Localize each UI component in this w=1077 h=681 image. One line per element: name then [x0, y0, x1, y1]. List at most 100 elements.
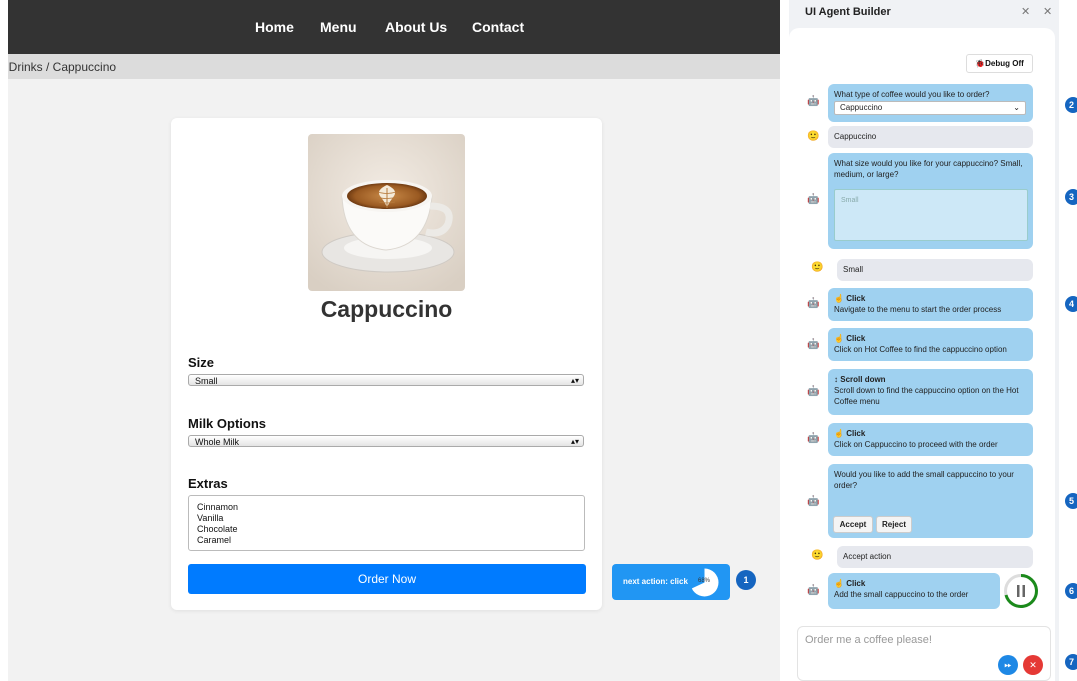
action-head: Scroll down — [840, 375, 886, 384]
next-action-indicator: next action: click 68% — [612, 564, 730, 600]
extras-listbox[interactable]: Cinnamon Vanilla Chocolate Caramel — [188, 495, 585, 551]
click-hand-icon: ☝ — [834, 334, 844, 343]
pause-icon — [1017, 585, 1020, 597]
bot-avatar-icon: 🤖 — [807, 194, 820, 205]
pin-icon[interactable]: ✕︎ — [1021, 5, 1030, 18]
fast-forward-icon: ⏩︎ — [1004, 660, 1012, 670]
coffee-site: Home Menu About Us Contact t Drinks / Ca… — [8, 0, 780, 681]
bot-message-coffee-type: What type of coffee would you like to or… — [828, 84, 1033, 122]
extras-option-caramel[interactable]: Caramel — [197, 535, 576, 546]
stop-button[interactable]: ✕ — [1023, 655, 1043, 675]
nav-contact[interactable]: Contact — [472, 19, 524, 35]
bot-avatar-icon: 🤖 — [807, 298, 820, 309]
bot-avatar-icon: 🤖 — [807, 339, 820, 350]
milk-select[interactable]: Whole Milk ▴▾ — [188, 435, 584, 447]
chevron-down-icon: ⌄ — [1013, 103, 1020, 112]
scroll-icon: ↕ — [834, 375, 838, 384]
click-hand-icon: ☝ — [834, 579, 844, 588]
milk-select-value: Whole Milk — [195, 437, 240, 447]
step-badge-2: 2 — [1065, 97, 1077, 113]
extras-label: Extras — [188, 476, 228, 491]
cappuccino-image — [308, 134, 465, 291]
user-avatar-icon: 🙂 — [807, 131, 820, 142]
step-badge-1: 1 — [736, 570, 756, 590]
click-hand-icon: ☝ — [834, 294, 844, 303]
coffee-type-select-value: Cappuccino — [840, 103, 883, 112]
chat-panel: 🐞Debug Off 🤖 What type of coffee would y… — [789, 28, 1055, 681]
action-head: Click — [846, 429, 866, 438]
user-message-small: Small — [837, 259, 1033, 281]
product-title: Cappuccino — [320, 296, 453, 322]
size-label: Size — [188, 355, 215, 370]
message-text: Would you like to add the small cappucci… — [834, 470, 1014, 490]
bot-action-navigate: ☝ Click Navigate to the menu to start th… — [828, 288, 1033, 321]
bot-action-hot-coffee: ☝ Click Click on Hot Coffee to find the … — [828, 328, 1033, 361]
click-hand-icon: ☝ — [834, 429, 844, 438]
bot-action-scroll: ↕ Scroll down Scroll down to find the ca… — [828, 369, 1033, 415]
message-text: What size would you like for your cappuc… — [834, 159, 1023, 179]
action-head: Click — [846, 579, 866, 588]
nav-about-us[interactable]: About Us — [385, 19, 447, 35]
extras-option-vanilla[interactable]: Vanilla — [197, 513, 576, 524]
breadcrumb: t Drinks / Cappuccino — [8, 54, 780, 79]
select-arrows-icon: ▴▾ — [570, 376, 579, 385]
step-badge-5: 5 — [1065, 493, 1077, 509]
message-text: What type of coffee would you like to or… — [834, 90, 990, 99]
step-badge-6: 6 — [1065, 583, 1077, 599]
user-message-cappuccino: Cappuccino — [828, 126, 1033, 148]
select-arrows-icon: ▴▾ — [570, 437, 579, 446]
size-answer-placeholder: Small — [841, 197, 859, 204]
size-answer-textarea[interactable]: Small — [834, 189, 1028, 241]
bot-action-add-to-order: ☝ Click Add the small cappuccino to the … — [828, 573, 1000, 609]
message-text: Click on Cappuccino to proceed with the … — [834, 440, 998, 449]
extras-option-chocolate[interactable]: Chocolate — [197, 524, 576, 535]
product-card: Cappuccino Size Small ▴▾ Milk Options Wh… — [171, 118, 602, 610]
message-text: Accept action — [843, 552, 892, 561]
accept-button[interactable]: Accept — [833, 516, 873, 533]
left-edge — [0, 0, 8, 681]
panel-title: UI Agent Builder — [805, 6, 891, 18]
milk-options-label: Milk Options — [188, 416, 266, 431]
user-avatar-icon: 🙂 — [811, 262, 824, 273]
debug-toggle-button[interactable]: 🐞Debug Off — [966, 54, 1033, 73]
chat-input-placeholder: Order me a coffee please! — [805, 634, 932, 646]
extras-option-cinnamon[interactable]: Cinnamon — [197, 502, 576, 513]
pause-button[interactable] — [1003, 573, 1039, 609]
close-icon: ✕ — [1029, 660, 1037, 670]
bot-avatar-icon: 🤖 — [807, 433, 820, 444]
close-icon[interactable]: ✕ — [1043, 5, 1052, 18]
reject-button[interactable]: Reject — [876, 516, 912, 533]
bot-message-confirm: Would you like to add the small cappucci… — [828, 464, 1033, 538]
message-text: Navigate to the menu to start the order … — [834, 305, 1002, 314]
message-text: Cappuccino — [834, 132, 877, 141]
user-message-accept: Accept action — [837, 546, 1033, 568]
nav-home[interactable]: Home — [255, 19, 294, 35]
send-button[interactable]: ⏩︎ — [998, 655, 1018, 675]
size-select-value: Small — [195, 376, 218, 386]
next-action-text: next action: click — [623, 577, 688, 586]
step-badge-4: 4 — [1065, 296, 1077, 312]
user-avatar-icon: 🙂 — [811, 550, 824, 561]
bot-action-cappuccino: ☝ Click Click on Cappuccino to proceed w… — [828, 423, 1033, 456]
coffee-type-select[interactable]: Cappuccino ⌄ — [834, 101, 1026, 115]
agent-panel: UI Agent Builder ✕︎ ✕ 🐞Debug Off 🤖 What … — [789, 0, 1059, 681]
breadcrumb-text: t Drinks / Cappuccino — [8, 60, 117, 74]
navbar: Home Menu About Us Contact — [8, 0, 780, 54]
progress-percent: 68% — [698, 578, 711, 584]
action-head: Click — [846, 334, 866, 343]
divider — [780, 0, 789, 681]
message-text: Small — [843, 265, 864, 274]
step-badge-7: 7 — [1065, 654, 1077, 670]
action-head: Click — [846, 294, 866, 303]
nav-menu[interactable]: Menu — [320, 19, 357, 35]
chat-input[interactable]: Order me a coffee please! ⏩︎ ✕ — [797, 626, 1051, 681]
bot-avatar-icon: 🤖 — [807, 96, 820, 107]
bot-avatar-icon: 🤖 — [807, 585, 820, 596]
message-text: Scroll down to find the cappuccino optio… — [834, 386, 1019, 406]
size-select[interactable]: Small ▴▾ — [188, 374, 584, 386]
message-text: Click on Hot Coffee to find the cappucci… — [834, 345, 1007, 354]
step-badge-3: 3 — [1065, 189, 1077, 205]
message-text: Add the small cappuccino to the order — [834, 590, 969, 599]
bot-message-size: What size would you like for your cappuc… — [828, 153, 1033, 249]
order-now-button[interactable]: Order Now — [188, 564, 586, 594]
